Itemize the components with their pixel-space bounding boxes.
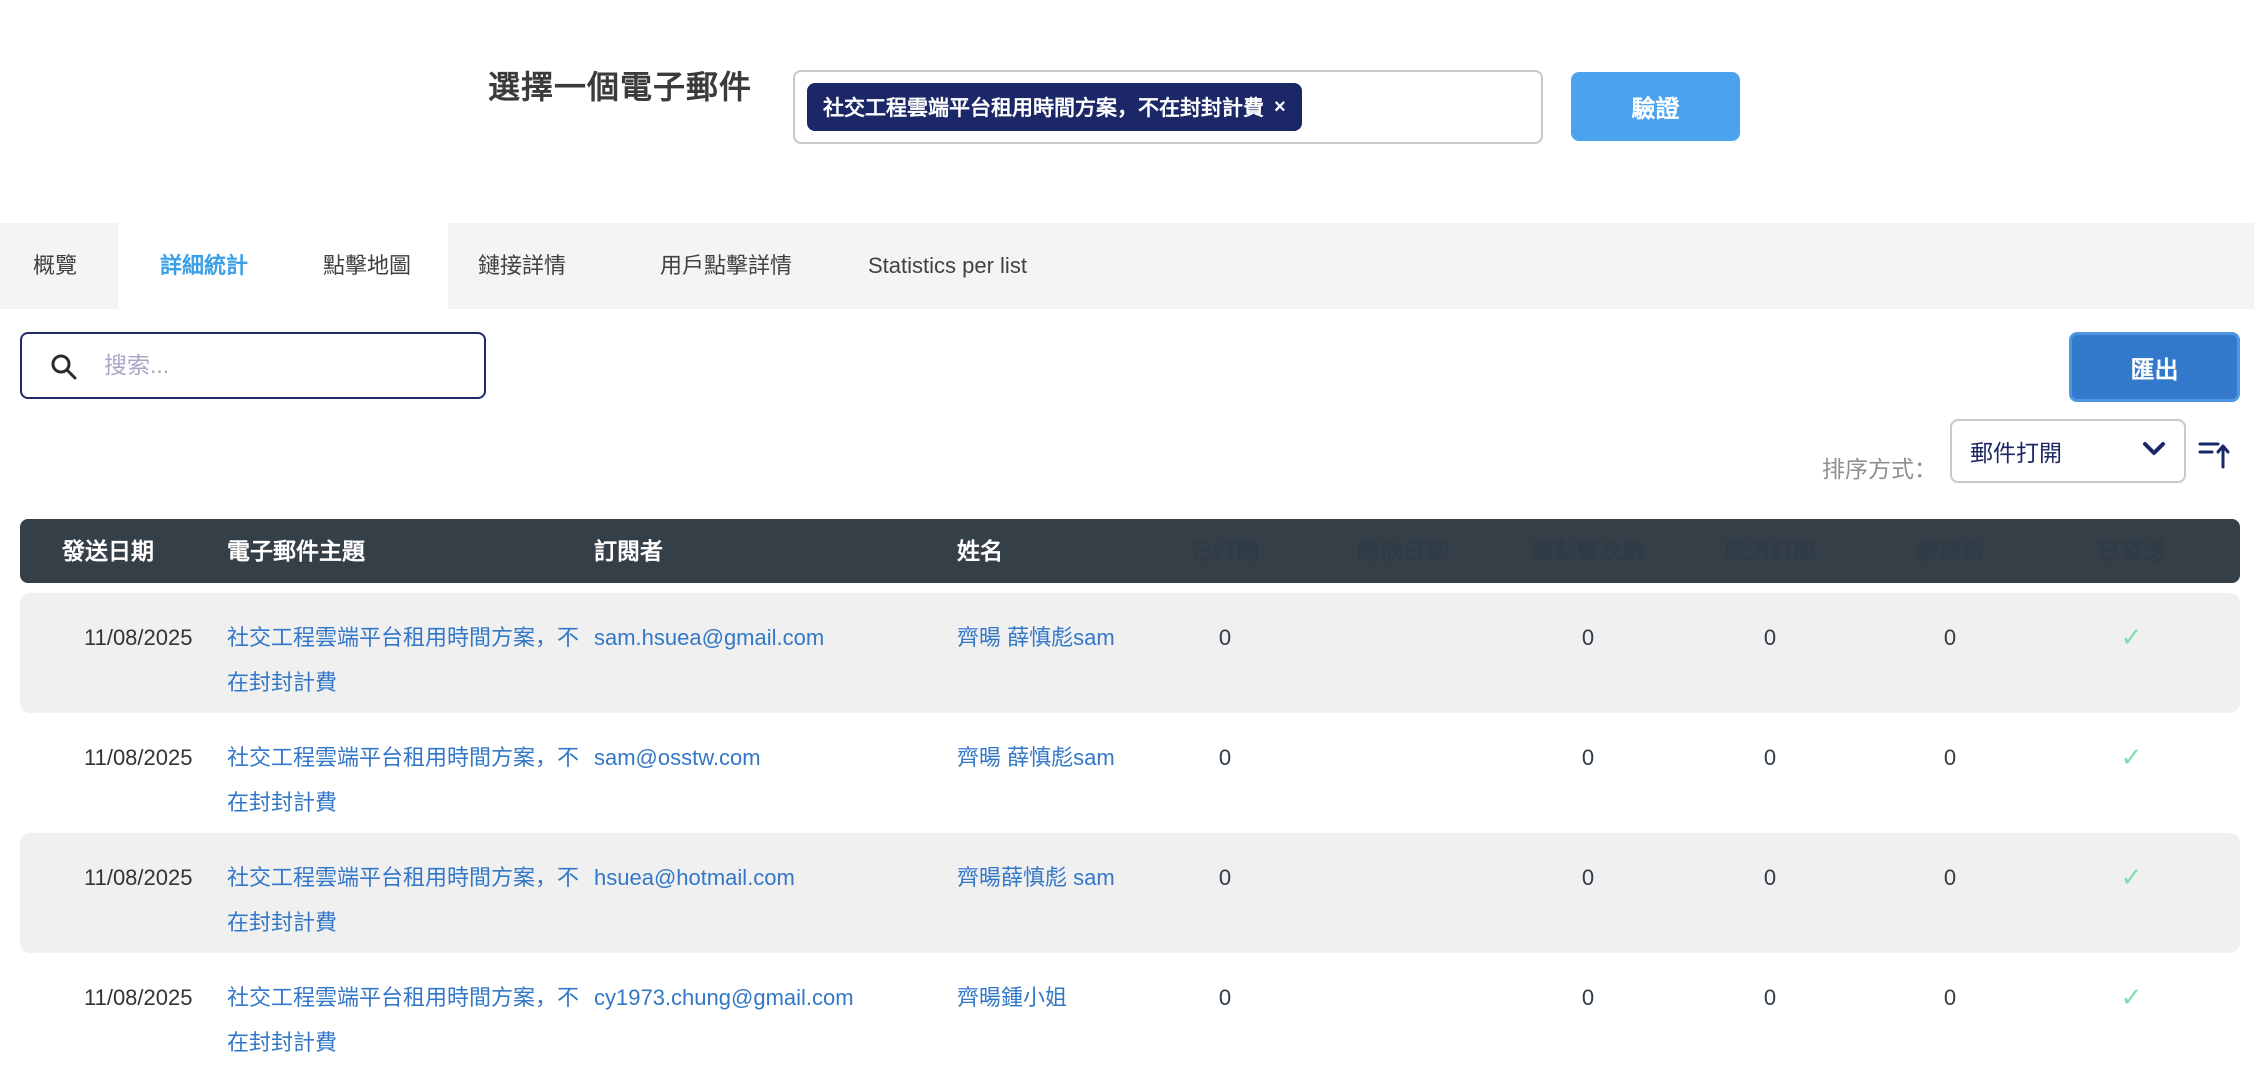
subscriber-email-link[interactable]: sam@osstw.com bbox=[594, 713, 957, 833]
send-date: 11/08/2025 bbox=[20, 593, 227, 713]
unsubscribed-count: 0 bbox=[1663, 953, 1877, 1073]
email-subject-link[interactable]: 社交工程雲端平台租用時間方案，不在封封計費 bbox=[227, 593, 594, 713]
table-row: 11/08/2025 社交工程雲端平台租用時間方案，不在封封計費 hsuea@h… bbox=[20, 833, 2240, 953]
verify-button[interactable]: 驗證 bbox=[1571, 72, 1740, 141]
total-clicks-count: 0 bbox=[1513, 713, 1663, 833]
remove-tag-icon[interactable]: × bbox=[1274, 96, 1286, 119]
col-header-sent: 已發送 bbox=[2023, 519, 2240, 583]
table-header-row: 發送日期 電子郵件主題 訂閱者 姓名 已打開 開放日期 總點擊次數 取消訂閱 被… bbox=[20, 519, 2240, 583]
send-date: 11/08/2025 bbox=[20, 833, 227, 953]
col-header-total-clicks: 總點擊次數 bbox=[1513, 519, 1663, 583]
email-select-box[interactable]: 社交工程雲端平台租用時間方案，不在封封計費 × bbox=[793, 70, 1543, 144]
email-subject-link[interactable]: 社交工程雲端平台租用時間方案，不在封封計費 bbox=[227, 833, 594, 953]
col-header-send-date: 發送日期 bbox=[20, 519, 227, 583]
sent-check-icon: ✓ bbox=[2023, 833, 2240, 953]
open-date bbox=[1293, 953, 1513, 1073]
open-date bbox=[1293, 713, 1513, 833]
selected-email-tag[interactable]: 社交工程雲端平台租用時間方案，不在封封計費 × bbox=[807, 83, 1302, 131]
unsubscribed-count: 0 bbox=[1663, 833, 1877, 953]
opened-count: 0 bbox=[1157, 833, 1293, 953]
col-header-subscriber: 訂閱者 bbox=[594, 519, 957, 583]
sent-check-icon: ✓ bbox=[2023, 713, 2240, 833]
table-row: 11/08/2025 社交工程雲端平台租用時間方案，不在封封計費 cy1973.… bbox=[20, 953, 2240, 1073]
unsubscribed-count: 0 bbox=[1663, 713, 1877, 833]
col-header-unsubscribed: 取消訂閱 bbox=[1663, 519, 1877, 583]
unsubscribed-count: 0 bbox=[1663, 593, 1877, 713]
email-selector-section: 選擇一個電子郵件 社交工程雲端平台租用時間方案，不在封封計費 × 驗證 bbox=[0, 0, 2254, 223]
open-date bbox=[1293, 593, 1513, 713]
subscriber-email-link[interactable]: sam.hsuea@gmail.com bbox=[594, 593, 957, 713]
table-row: 11/08/2025 社交工程雲端平台租用時間方案，不在封封計費 sam@oss… bbox=[20, 713, 2240, 833]
search-box bbox=[20, 332, 486, 399]
tab-detailed-stats[interactable]: 詳細統計 bbox=[160, 223, 248, 309]
export-button[interactable]: 匯出 bbox=[2069, 332, 2240, 402]
total-clicks-count: 0 bbox=[1513, 953, 1663, 1073]
total-clicks-count: 0 bbox=[1513, 833, 1663, 953]
bounced-count: 0 bbox=[1877, 713, 2023, 833]
sort-select[interactable]: 郵件打開 bbox=[1950, 419, 2186, 483]
sort-by-label: 排序方式： bbox=[1822, 444, 1937, 494]
tab-click-map[interactable]: 點擊地圖 bbox=[323, 223, 411, 309]
stats-table: 發送日期 電子郵件主題 訂閱者 姓名 已打開 開放日期 總點擊次數 取消訂閱 被… bbox=[20, 519, 2240, 1073]
sent-check-icon: ✓ bbox=[2023, 593, 2240, 713]
col-header-subject: 電子郵件主題 bbox=[227, 519, 594, 583]
tab-overview[interactable]: 概覽 bbox=[33, 223, 77, 309]
tab-bar: 概覽 詳細統計 點擊地圖 鏈接詳情 用戶點擊詳情 Statistics per … bbox=[0, 223, 2254, 309]
col-header-opened: 已打開 bbox=[1157, 519, 1293, 583]
col-header-open-date: 開放日期 bbox=[1293, 519, 1513, 583]
opened-count: 0 bbox=[1157, 953, 1293, 1073]
tab-statistics-per-list[interactable]: Statistics per list bbox=[868, 223, 1027, 309]
col-header-name: 姓名 bbox=[957, 519, 1157, 583]
selected-email-tag-label: 社交工程雲端平台租用時間方案，不在封封計費 bbox=[823, 92, 1264, 122]
tab-user-click-details[interactable]: 用戶點擊詳情 bbox=[660, 223, 792, 309]
bounced-count: 0 bbox=[1877, 593, 2023, 713]
subscriber-name-link[interactable]: 齊暘薛慎彪 sam bbox=[957, 833, 1157, 953]
open-date bbox=[1293, 833, 1513, 953]
subscriber-email-link[interactable]: hsuea@hotmail.com bbox=[594, 833, 957, 953]
subscriber-name-link[interactable]: 齊暘鍾小姐 bbox=[957, 953, 1157, 1073]
opened-count: 0 bbox=[1157, 713, 1293, 833]
subscriber-name-link[interactable]: 齊暘 薛慎彪sam bbox=[957, 593, 1157, 713]
send-date: 11/08/2025 bbox=[20, 953, 227, 1073]
page-title: 選擇一個電子郵件 bbox=[488, 62, 752, 108]
bounced-count: 0 bbox=[1877, 953, 2023, 1073]
opened-count: 0 bbox=[1157, 593, 1293, 713]
search-icon bbox=[48, 351, 80, 388]
sort-select-value: 郵件打開 bbox=[1970, 434, 2062, 468]
table-row: 11/08/2025 社交工程雲端平台租用時間方案，不在封封計費 sam.hsu… bbox=[20, 593, 2240, 713]
sent-check-icon: ✓ bbox=[2023, 953, 2240, 1073]
total-clicks-count: 0 bbox=[1513, 593, 1663, 713]
toolbar: 匯出 bbox=[0, 309, 2254, 419]
subscriber-name-link[interactable]: 齊暘 薛慎彪sam bbox=[957, 713, 1157, 833]
subscriber-email-link[interactable]: cy1973.chung@gmail.com bbox=[594, 953, 957, 1073]
email-subject-link[interactable]: 社交工程雲端平台租用時間方案，不在封封計費 bbox=[227, 713, 594, 833]
chevron-down-icon bbox=[2142, 441, 2166, 462]
email-subject-link[interactable]: 社交工程雲端平台租用時間方案，不在封封計費 bbox=[227, 953, 594, 1073]
sort-row: 排序方式： 郵件打開 bbox=[0, 419, 2254, 519]
sort-order-icon[interactable] bbox=[2198, 439, 2232, 474]
search-input[interactable] bbox=[104, 338, 474, 393]
bounced-count: 0 bbox=[1877, 833, 2023, 953]
send-date: 11/08/2025 bbox=[20, 713, 227, 833]
col-header-bounced: 被退信 bbox=[1877, 519, 2023, 583]
tab-link-details[interactable]: 鏈接詳情 bbox=[478, 223, 566, 309]
